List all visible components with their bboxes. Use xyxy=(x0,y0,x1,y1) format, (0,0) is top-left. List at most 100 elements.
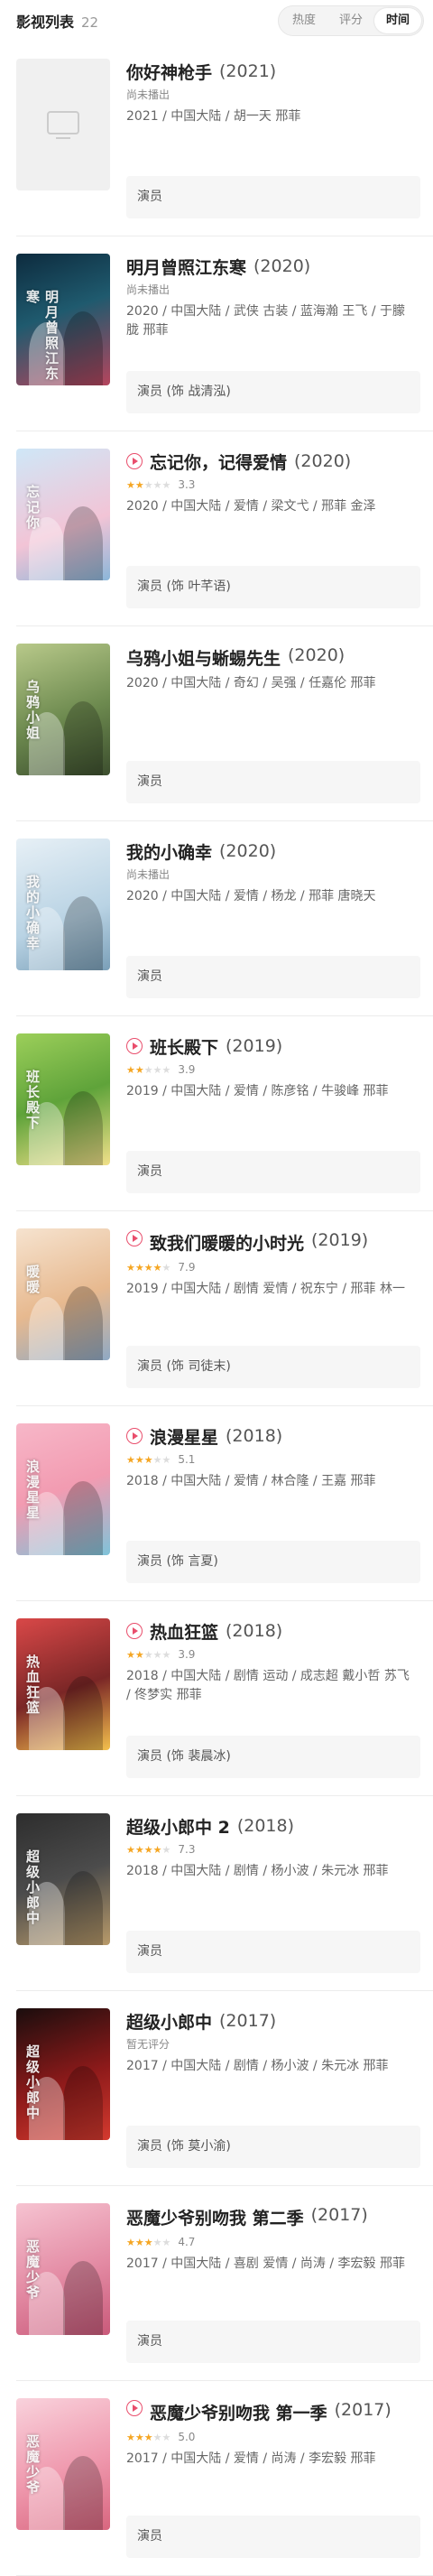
item-year: (2018) xyxy=(226,1621,283,1641)
item-title[interactable]: 乌鸦小姐与蜥蜴先生 xyxy=(126,645,281,670)
role-box: 演员 (饰 言夏) xyxy=(126,1541,420,1583)
role-box: 演员 xyxy=(126,956,420,998)
poster-figure xyxy=(63,2456,103,2530)
item-title[interactable]: 你好神枪手 xyxy=(126,60,212,84)
star-rating-icon: ★★★★★ xyxy=(126,2236,171,2248)
item-meta: 2020 / 中国大陆 / 爱情 / 杨龙 / 邢菲 唐晓天 xyxy=(126,889,376,903)
list-item[interactable]: 我的小确幸 我的小确幸 (2020) 尚未播出 2020 / 中国大陆 / 爱情 / 杨… xyxy=(0,821,433,1016)
poster-figure xyxy=(63,2066,103,2140)
title-row: 浪漫星星 (2018) xyxy=(126,1424,417,1449)
poster-image[interactable]: 班长殿下 xyxy=(16,1033,110,1165)
list-item[interactable]: 恶魔少爷 恶魔少爷别吻我 第二季 (2017) ★★★★★ 4.7 2017 / 中国大陆… xyxy=(0,2186,433,2381)
item-title[interactable]: 恶魔少爷别吻我 第二季 xyxy=(126,2205,304,2229)
item-title[interactable]: 我的小确幸 xyxy=(126,839,212,864)
rating-row: ★★★★★ 7.3 xyxy=(126,1841,417,1858)
item-meta: 2017 / 中国大陆 / 剧情 / 杨小波 / 朱元冰 邢菲 xyxy=(126,2059,389,2073)
poster-figure xyxy=(63,701,103,775)
list-item[interactable]: 你好神枪手 (2021) 尚未播出 2021 / 中国大陆 / 胡一天 邢菲 演员 xyxy=(0,42,433,236)
title-row: 超级小郎中 2 (2018) xyxy=(126,1814,417,1839)
rating-row: ★★★★★ 3.9 xyxy=(126,1646,417,1663)
poster-title-art: 明月曾照江东寒 xyxy=(24,290,60,382)
item-title[interactable]: 浪漫星星 xyxy=(150,1424,218,1449)
item-meta: 2018 / 中国大陆 / 剧情 / 杨小波 / 朱元冰 邢菲 xyxy=(126,1864,389,1878)
title-row: 明月曾照江东寒 (2020) xyxy=(126,255,417,279)
rating-score: 4.7 xyxy=(178,2236,196,2248)
role-box: 演员 xyxy=(126,1151,420,1193)
poster-title-art: 热血狂篮 xyxy=(24,1654,41,1716)
play-icon[interactable] xyxy=(126,2400,143,2416)
list-item[interactable]: 明月曾照江东寒 明月曾照江东寒 (2020) 尚未播出 2020 / 中国大陆 / 武侠… xyxy=(0,236,433,431)
rating-status: 尚未播出 xyxy=(126,88,170,101)
poster-image[interactable]: 暖暖 xyxy=(16,1228,110,1360)
list-item[interactable]: 班长殿下 班长殿下 (2019) ★★★★★ 3.9 2019 / 中国大陆 / 爱情 /… xyxy=(0,1016,433,1211)
rating-row: ★★★★★ 7.9 xyxy=(126,1259,417,1275)
poster-image[interactable]: 浪漫星星 xyxy=(16,1423,110,1555)
item-title[interactable]: 恶魔少爷别吻我 第一季 xyxy=(150,2400,327,2424)
list-item[interactable]: 超级小郎中 超级小郎中 (2017) 暂无评分 2017 / 中国大陆 / 剧情 / 杨… xyxy=(0,1991,433,2186)
list-item[interactable]: 忘记你 忘记你，记得爱情 (2020) ★★★★★ 3.3 2020 / 中国大陆 / 爱… xyxy=(0,431,433,626)
play-icon[interactable] xyxy=(126,1428,143,1444)
play-icon[interactable] xyxy=(126,453,143,469)
star-rating-icon: ★★★★★ xyxy=(126,1843,171,1856)
poster-image[interactable]: 明月曾照江东寒 xyxy=(16,254,110,385)
title-row: 热血狂篮 (2018) xyxy=(126,1619,417,1644)
poster-figure xyxy=(63,311,103,385)
role-box: 演员 xyxy=(126,2516,420,2558)
list-header: 影视列表 22 热度 评分 时间 xyxy=(0,0,433,42)
title-row: 你好神枪手 (2021) xyxy=(126,60,417,84)
play-icon[interactable] xyxy=(126,1038,143,1054)
poster-title-art: 乌鸦小姐 xyxy=(24,680,41,741)
poster-figure xyxy=(63,2261,103,2335)
poster-image[interactable]: 恶魔少爷 xyxy=(16,2398,110,2530)
list-item[interactable]: 恶魔少爷 恶魔少爷别吻我 第一季 (2017) ★★★★★ 5.0 2017 / 中国大陆… xyxy=(0,2381,433,2576)
sort-hot-button[interactable]: 热度 xyxy=(281,8,327,33)
rating-score: 3.9 xyxy=(178,1648,196,1661)
item-year: (2019) xyxy=(226,1036,283,1056)
star-rating-icon: ★★★★★ xyxy=(126,478,171,491)
poster-image[interactable]: 忘记你 xyxy=(16,449,110,580)
poster-image[interactable]: 恶魔少爷 xyxy=(16,2203,110,2335)
tv-placeholder-icon xyxy=(47,111,79,139)
item-meta: 2018 / 中国大陆 / 剧情 运动 / 成志超 戴小哲 苏飞 / 佟梦实 邢… xyxy=(126,1669,410,1702)
poster-image[interactable]: 超级小郎中 xyxy=(16,2008,110,2140)
item-title[interactable]: 忘记你，记得爱情 xyxy=(150,449,287,474)
rating-score: 3.3 xyxy=(178,478,196,491)
poster-figure xyxy=(63,896,103,970)
play-icon[interactable] xyxy=(126,1230,143,1246)
item-year: (2020) xyxy=(253,256,311,276)
item-title[interactable]: 超级小郎中 xyxy=(126,2009,212,2034)
poster-image[interactable]: 我的小确幸 xyxy=(16,839,110,970)
sort-rating-button[interactable]: 评分 xyxy=(327,8,374,33)
list-item[interactable]: 乌鸦小姐 乌鸦小姐与蜥蜴先生 (2020) 2020 / 中国大陆 / 奇幻 / 吴强… xyxy=(0,626,433,821)
poster-image[interactable]: 乌鸦小姐 xyxy=(16,644,110,775)
item-title[interactable]: 班长殿下 xyxy=(150,1034,218,1059)
play-icon[interactable] xyxy=(126,1623,143,1639)
item-meta: 2020 / 中国大陆 / 奇幻 / 吴强 / 任嘉伦 邢菲 xyxy=(126,676,376,690)
poster-image[interactable]: 超级小郎中 xyxy=(16,1813,110,1945)
poster-figure xyxy=(29,1297,65,1360)
rating-status: 暂无评分 xyxy=(126,2038,170,2051)
role-box: 演员 (饰 莫小渝) xyxy=(126,2126,420,2168)
poster-title-art: 班长殿下 xyxy=(24,1070,41,1131)
poster-title-art: 我的小确幸 xyxy=(24,875,41,951)
poster-figure xyxy=(63,1091,103,1165)
item-meta: 2017 / 中国大陆 / 喜剧 爱情 / 尚涛 / 李宏毅 邢菲 xyxy=(126,2256,405,2271)
sort-time-button[interactable]: 时间 xyxy=(373,8,421,33)
title-row: 恶魔少爷别吻我 第一季 (2017) xyxy=(126,2400,417,2424)
poster-image[interactable]: 热血狂篮 xyxy=(16,1618,110,1750)
list-item[interactable]: 超级小郎中 超级小郎中 2 (2018) ★★★★★ 7.3 2018 / 中国大陆 / … xyxy=(0,1796,433,1991)
rating-score: 5.0 xyxy=(178,2431,196,2443)
poster-image[interactable] xyxy=(16,59,110,190)
rating-row: ★★★★★ 5.0 xyxy=(126,2429,417,2445)
list-item[interactable]: 热血狂篮 热血狂篮 (2018) ★★★★★ 3.9 2018 / 中国大陆 / 剧情 运… xyxy=(0,1601,433,1796)
item-title[interactable]: 致我们暖暖的小时光 xyxy=(150,1230,304,1255)
item-title[interactable]: 超级小郎中 2 xyxy=(126,1814,230,1839)
item-title[interactable]: 明月曾照江东寒 xyxy=(126,255,246,279)
rating-score: 3.9 xyxy=(178,1063,196,1076)
list-item[interactable]: 暖暖 致我们暖暖的小时光 (2019) ★★★★★ 7.9 2019 / 中国大陆 / 剧… xyxy=(0,1211,433,1406)
item-title[interactable]: 热血狂篮 xyxy=(150,1619,218,1644)
role-box: 演员 (饰 裴晨冰) xyxy=(126,1736,420,1778)
list-item[interactable]: 浪漫星星 浪漫星星 (2018) ★★★★★ 5.1 2018 / 中国大陆 / 爱情 /… xyxy=(0,1406,433,1601)
item-year: (2021) xyxy=(219,61,277,81)
item-meta: 2017 / 中国大陆 / 爱情 / 尚涛 / 李宏毅 邢菲 xyxy=(126,2451,376,2466)
